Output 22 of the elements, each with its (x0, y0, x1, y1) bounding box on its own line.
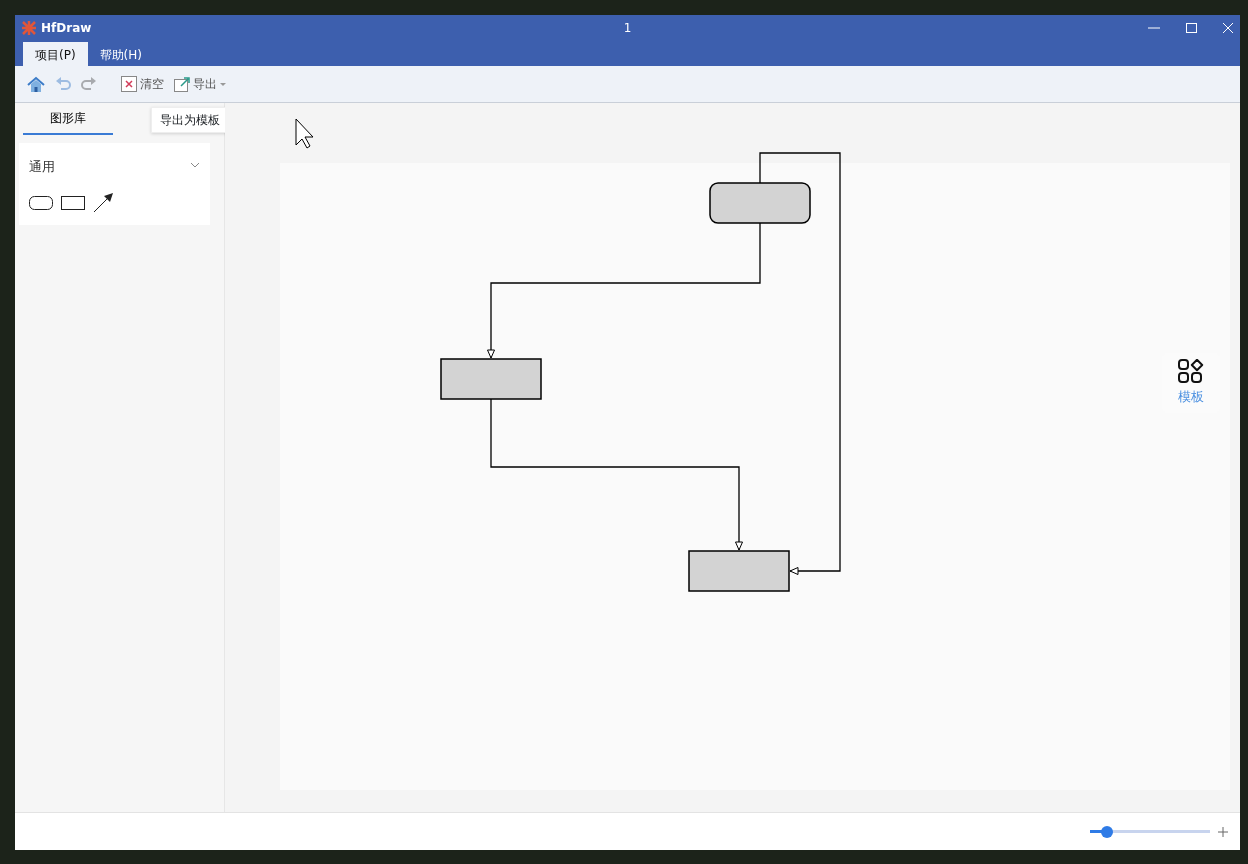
app-logo-icon (21, 19, 37, 36)
window-title: 1 (623, 20, 632, 35)
caret-icon (220, 82, 226, 86)
redo-icon (81, 77, 97, 91)
panel-tab[interactable]: 图形库 (23, 103, 113, 135)
cursor-icon (295, 118, 314, 149)
menu-tab[interactable]: 帮助(H) (87, 42, 154, 66)
rectangle-icon[interactable] (61, 195, 85, 210)
grid-shapes-icon (1178, 359, 1204, 383)
maximize-icon[interactable] (1185, 21, 1198, 34)
home-icon (27, 75, 45, 93)
app-name: HfDraw (41, 19, 92, 37)
undo-icon (55, 77, 71, 91)
clear-icon (121, 76, 137, 92)
menu-tab[interactable]: 项目(P) (23, 42, 88, 66)
rounded-rectangle-icon[interactable] (29, 195, 53, 210)
zoom-in-icon[interactable] (1218, 826, 1228, 837)
export-button[interactable]: 导出 (172, 73, 228, 95)
clear-button[interactable]: 清空 (119, 73, 166, 95)
export-icon (174, 76, 190, 92)
arrow-icon[interactable] (93, 192, 113, 213)
close-icon[interactable] (1222, 21, 1234, 34)
